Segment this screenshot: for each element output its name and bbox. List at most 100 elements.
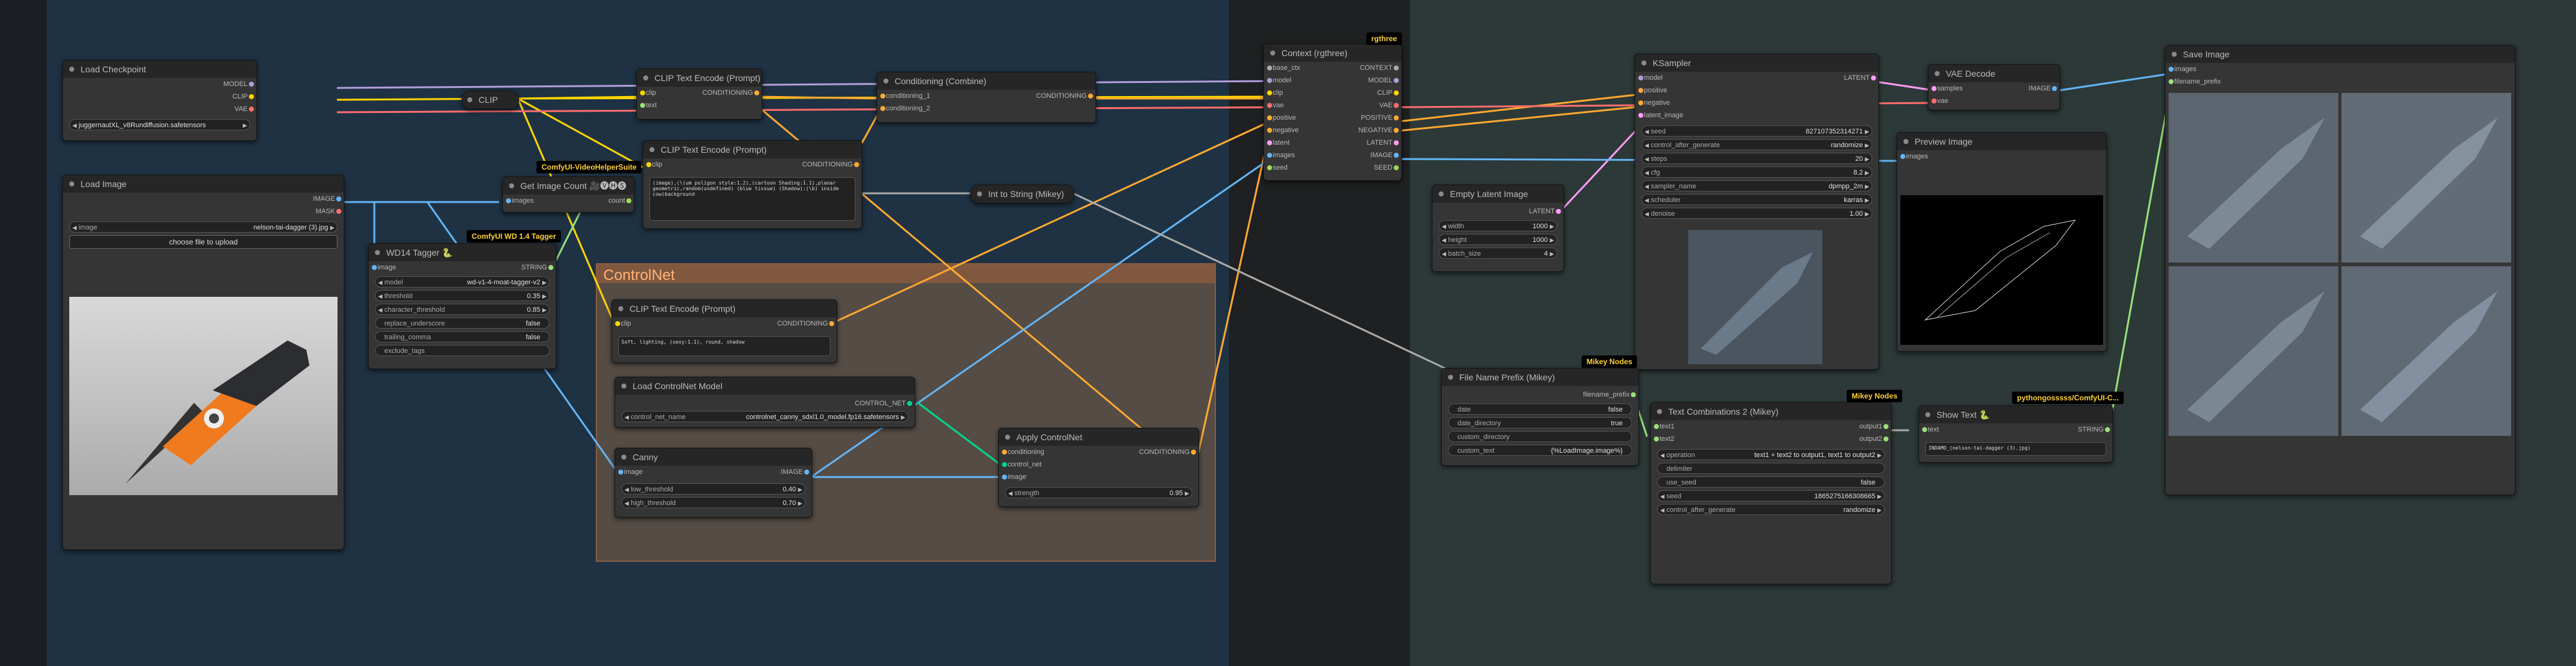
preview-image-node[interactable]: Preview Image images bbox=[1897, 132, 2107, 352]
empty-latent-image-node[interactable]: Empty Latent Image LATENT ◀ width 1000 ▶ ◀ h… bbox=[1432, 185, 1564, 272]
output-count[interactable]: count bbox=[608, 195, 625, 207]
ksampler-node[interactable]: KSampler model LATENT positive negative l… bbox=[1635, 54, 1879, 370]
input-negative[interactable]: negative bbox=[1644, 97, 1670, 109]
input-image[interactable]: image bbox=[624, 466, 643, 478]
output-image[interactable]: IMAGE bbox=[2029, 82, 2051, 95]
character-threshold-number[interactable]: ◀ character_threshold 0.85 ▶ bbox=[375, 304, 550, 315]
choose-file-button[interactable]: choose file to upload bbox=[69, 235, 338, 249]
output-model[interactable]: MODEL bbox=[223, 78, 248, 90]
input-model[interactable]: model bbox=[1273, 74, 1291, 87]
clip-text-encode-3-node[interactable]: CLIP Text Encode (Prompt) clip CONDITIONI… bbox=[611, 299, 837, 363]
operation-combo[interactable]: ◀ operation text1 + text2 to output1, text… bbox=[1657, 449, 1885, 460]
output-seed[interactable]: SEED bbox=[1374, 162, 1392, 174]
input-conditioning[interactable]: conditioning bbox=[1008, 446, 1044, 458]
input-vae[interactable]: vae bbox=[1273, 99, 1284, 112]
wd14-tagger-node[interactable]: WD14 Tagger 🐍 image STRING ◀ model wd-v1-4-… bbox=[368, 243, 557, 369]
get-image-count-node[interactable]: Get Image Count 🎥🅥🅗🅢 images count bbox=[502, 176, 634, 213]
sampler-name-combo[interactable]: ◀ sampler_name dpmpp_2m ▶ bbox=[1641, 180, 1872, 191]
output-image[interactable]: IMAGE bbox=[313, 193, 335, 205]
output-conditioning[interactable]: CONDITIONING bbox=[1139, 446, 1190, 458]
input-image[interactable]: image bbox=[1008, 471, 1026, 483]
output-latent[interactable]: LATENT bbox=[1529, 205, 1555, 218]
clip-text-encode-2-node[interactable]: CLIP Text Encode (Prompt) clip CONDITIONI… bbox=[643, 140, 862, 229]
control-after-generate-combo[interactable]: ◀ control_after_generate randomize ▶ bbox=[1657, 504, 1885, 515]
canny-node[interactable]: Canny image IMAGE ◀ low_threshold 0.40 ▶ ◀ hi… bbox=[615, 448, 812, 518]
input-model[interactable]: model bbox=[1644, 72, 1663, 84]
prompt-textarea[interactable]: (image),(\(um poligon style:1.2),(cartoo… bbox=[649, 177, 855, 221]
output-conditioning[interactable]: CONDITIONING bbox=[777, 317, 828, 330]
input-negative[interactable]: negative bbox=[1273, 124, 1299, 137]
output-output2[interactable]: output2 bbox=[1859, 433, 1882, 445]
input-positive[interactable]: positive bbox=[1273, 112, 1296, 124]
delimiter-field[interactable]: delimiter bbox=[1657, 463, 1885, 474]
output-image[interactable]: IMAGE bbox=[781, 466, 803, 478]
load-checkpoint-node[interactable]: Load Checkpoint MODEL CLIP VAE ◀ juggerna… bbox=[62, 60, 257, 141]
int-to-string-node[interactable]: Int to String (Mikey) bbox=[970, 185, 1074, 203]
input-text[interactable]: text bbox=[646, 99, 657, 112]
output-image[interactable]: IMAGE bbox=[1371, 149, 1392, 162]
replace-underscore-toggle[interactable]: replace_underscore false bbox=[375, 317, 550, 329]
save-image-node[interactable]: Save Image images filename_prefix bbox=[2165, 45, 2515, 495]
output-string[interactable]: STRING bbox=[521, 261, 547, 274]
date-directory-toggle[interactable]: date_directory true bbox=[1448, 417, 1632, 428]
input-images[interactable]: images bbox=[512, 195, 533, 207]
show-text-node[interactable]: Show Text 🐍 text STRING INDAMO_(nelson-ta… bbox=[1918, 405, 2113, 463]
input-clip[interactable]: clip bbox=[621, 317, 631, 330]
input-text2[interactable]: text2 bbox=[1660, 433, 1674, 445]
input-seed[interactable]: seed bbox=[1273, 162, 1288, 174]
seed-number[interactable]: ◀ seed 1865275166308665 ▶ bbox=[1657, 490, 1885, 501]
input-clip[interactable]: clip bbox=[646, 87, 656, 99]
output-conditioning[interactable]: CONDITIONING bbox=[1036, 90, 1087, 102]
output-string[interactable]: STRING bbox=[2078, 423, 2104, 436]
clip-text-encode-1-node[interactable]: CLIP Text Encode (Prompt) clip CONDITIONI… bbox=[636, 69, 762, 120]
output-image-1[interactable] bbox=[2169, 93, 2338, 263]
conditioning-combine-node[interactable]: Conditioning (Combine) conditioning_1 CON… bbox=[877, 72, 1096, 123]
seed-number[interactable]: ◀ seed 827107352314271 ▶ bbox=[1641, 125, 1872, 137]
output-latent[interactable]: LATENT bbox=[1367, 137, 1392, 149]
input-clip[interactable]: clip bbox=[652, 158, 663, 171]
model-combo[interactable]: ◀ model wd-v1-4-moat-tagger-v2 ▶ bbox=[375, 276, 550, 287]
trailing-comma-toggle[interactable]: trailing_comma false bbox=[375, 331, 550, 342]
output-negative[interactable]: NEGATIVE bbox=[1358, 124, 1392, 137]
input-image[interactable]: image bbox=[377, 261, 396, 274]
output-vae[interactable]: VAE bbox=[1379, 99, 1392, 112]
output-mask[interactable]: MASK bbox=[316, 205, 335, 218]
output-filename-prefix[interactable]: filename_prefix bbox=[1583, 388, 1630, 401]
input-clip[interactable]: clip bbox=[1273, 87, 1283, 99]
input-text[interactable]: text bbox=[1928, 423, 1939, 436]
input-images[interactable]: images bbox=[2174, 63, 2196, 75]
threshold-number[interactable]: ◀ threshold 0.35 ▶ bbox=[375, 290, 550, 301]
input-latent[interactable]: latent bbox=[1273, 137, 1290, 149]
date-toggle[interactable]: date false bbox=[1448, 403, 1632, 415]
strength-number[interactable]: ◀ strength 0.95 ▶ bbox=[1005, 487, 1192, 498]
high-threshold-number[interactable]: ◀ high_threshold 0.70 ▶ bbox=[621, 497, 805, 508]
clip-reroute-node[interactable]: CLIP bbox=[462, 90, 519, 109]
denoise-number[interactable]: ◀ denoise 1.00 ▶ bbox=[1641, 208, 1872, 219]
input-positive[interactable]: positive bbox=[1644, 84, 1667, 97]
input-text1[interactable]: text1 bbox=[1660, 420, 1674, 433]
load-controlnet-node[interactable]: Load ControlNet Model CONTROL_NET ◀ contr… bbox=[615, 377, 915, 428]
shown-text-area[interactable]: INDAMO_(nelson-tai-dagger (3).jpg) bbox=[1925, 442, 2106, 456]
scheduler-combo[interactable]: ◀ scheduler karras ▶ bbox=[1641, 194, 1872, 205]
ckpt-name-combo[interactable]: ◀ juggernautXL_v8Rundiffusion.safetensors… bbox=[69, 119, 250, 130]
output-control-net[interactable]: CONTROL_NET bbox=[855, 397, 906, 410]
output-output1[interactable]: output1 bbox=[1859, 420, 1882, 433]
input-filename-prefix[interactable]: filename_prefix bbox=[2174, 75, 2221, 88]
output-model[interactable]: MODEL bbox=[1368, 74, 1392, 87]
control-net-name-combo[interactable]: ◀ control_net_name controlnet_canny_sdxl1.… bbox=[621, 411, 908, 422]
text-combinations-node[interactable]: Text Combinations 2 (Mikey) text1 output1… bbox=[1650, 402, 1892, 584]
vae-decode-node[interactable]: VAE Decode samples IMAGE vae bbox=[1928, 64, 2060, 110]
input-control-net[interactable]: control_net bbox=[1008, 458, 1041, 471]
input-images[interactable]: images bbox=[1273, 149, 1295, 162]
output-image-4[interactable] bbox=[2341, 266, 2511, 436]
output-conditioning[interactable]: CONDITIONING bbox=[802, 158, 853, 171]
input-conditioning-1[interactable]: conditioning_1 bbox=[886, 90, 930, 102]
input-images[interactable]: images bbox=[1906, 150, 1928, 163]
steps-number[interactable]: ◀ steps 20 ▶ bbox=[1641, 153, 1872, 164]
output-conditioning[interactable]: CONDITIONING bbox=[702, 87, 753, 99]
output-clip[interactable]: CLIP bbox=[233, 90, 248, 103]
node-graph-canvas[interactable]: ControlNet Load Checkpoint MODEL CLIP VA… bbox=[0, 0, 2576, 666]
output-vae[interactable]: VAE bbox=[235, 103, 248, 115]
input-samples[interactable]: samples bbox=[1937, 82, 1963, 95]
width-number[interactable]: ◀ width 1000 ▶ bbox=[1439, 220, 1557, 231]
